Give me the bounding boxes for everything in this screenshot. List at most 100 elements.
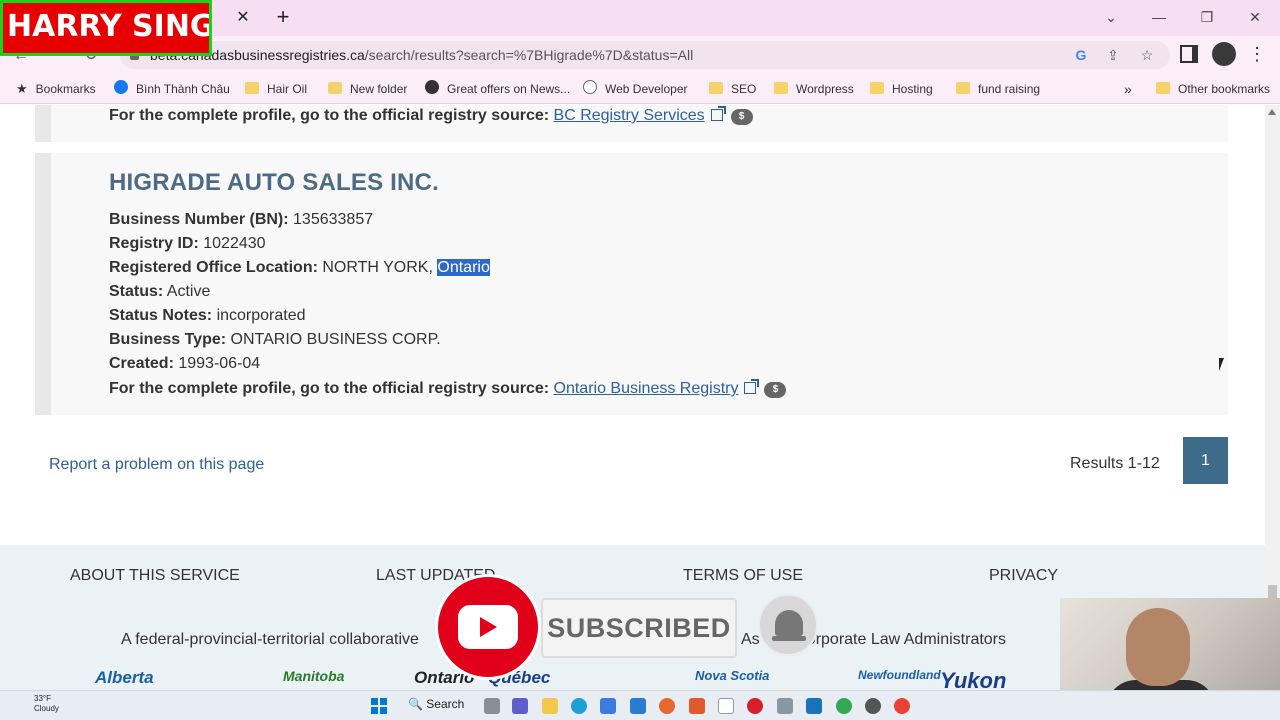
footer-terms-link[interactable]: TERMS OF USE bbox=[683, 567, 803, 585]
youtube-icon bbox=[438, 577, 538, 677]
firefox-icon[interactable] bbox=[659, 698, 675, 714]
bookmark-wordpress[interactable]: Wordpress bbox=[774, 80, 854, 98]
mouse-cursor-icon bbox=[1219, 358, 1224, 371]
page-1-button[interactable]: 1 bbox=[1183, 437, 1228, 484]
address-bar[interactable]: beta.canadasbusinessregistries.ca/search… bbox=[120, 41, 1170, 69]
bn-line: Business Number (BN): 135633857 bbox=[109, 211, 373, 229]
bookmark-label: Other bookmarks bbox=[1178, 82, 1271, 96]
bookmark-label: fund raising bbox=[978, 82, 1041, 96]
folder-icon bbox=[870, 82, 884, 94]
bookmark-label: Bình Thành Châu bbox=[136, 82, 230, 96]
registry-id-value: 1022430 bbox=[203, 235, 266, 252]
footer-about-link[interactable]: ABOUT THIS SERVICE bbox=[70, 567, 240, 585]
location-line: Registered Office Location: NORTH YORK, … bbox=[109, 259, 490, 277]
weather-condition: Cloudy bbox=[34, 704, 59, 713]
opera-icon[interactable] bbox=[747, 698, 763, 714]
minimize-icon[interactable]: — bbox=[1145, 6, 1173, 28]
app-icon-2[interactable] bbox=[806, 698, 822, 714]
edge-icon[interactable] bbox=[571, 698, 587, 714]
folder-icon bbox=[709, 82, 723, 94]
bookmark-other[interactable]: Other bookmarks bbox=[1156, 80, 1270, 98]
bookmark-seo[interactable]: SEO bbox=[709, 80, 756, 98]
store-icon[interactable] bbox=[600, 698, 616, 714]
google-icon[interactable]: G bbox=[1072, 46, 1090, 64]
folder-icon bbox=[774, 82, 788, 94]
mail-icon[interactable] bbox=[630, 698, 646, 714]
menu-icon[interactable]: ⋮ bbox=[1248, 44, 1266, 64]
close-tab-icon[interactable]: ✕ bbox=[233, 8, 253, 28]
app-icon[interactable] bbox=[777, 698, 793, 714]
bookmark-new-folder[interactable]: New folder bbox=[328, 80, 407, 98]
play-icon bbox=[458, 605, 518, 649]
profile-label: For the complete profile, go to the offi… bbox=[109, 107, 550, 124]
bookmark-hair-oil[interactable]: Hair Oil bbox=[245, 80, 307, 98]
tab-search-icon[interactable]: ⌄ bbox=[1097, 6, 1125, 28]
ontario-registry-link[interactable]: Ontario Business Registry bbox=[554, 380, 739, 397]
task-view-icon[interactable] bbox=[484, 698, 500, 714]
taskbar-search-label: Search bbox=[426, 697, 465, 711]
business-type-value: ONTARIO BUSINESS CORP. bbox=[230, 331, 441, 348]
folder-icon bbox=[328, 82, 342, 94]
created-label: Created: bbox=[109, 355, 174, 372]
business-type-label: Business Type: bbox=[109, 331, 227, 348]
bc-registry-link[interactable]: BC Registry Services bbox=[554, 107, 705, 124]
external-link-icon bbox=[710, 106, 726, 121]
file-explorer-icon[interactable] bbox=[542, 698, 558, 714]
bookmark-bookmarks[interactable]: ★ Bookmarks bbox=[16, 80, 96, 98]
taskbar-search[interactable]: 🔍 Search bbox=[408, 697, 464, 711]
chrome-active-icon[interactable] bbox=[894, 698, 910, 714]
settings-icon[interactable] bbox=[865, 698, 881, 714]
url-path: /search/results?search=%7BHigrade%7D&sta… bbox=[364, 47, 694, 63]
business-type-line: Business Type: ONTARIO BUSINESS CORP. bbox=[109, 331, 441, 349]
share-icon[interactable]: ⇪ bbox=[1104, 46, 1122, 64]
folder-icon bbox=[956, 82, 970, 94]
profile-avatar[interactable] bbox=[1212, 42, 1236, 66]
scroll-up-icon[interactable] bbox=[1268, 109, 1276, 115]
new-tab-icon[interactable]: + bbox=[272, 6, 294, 28]
footer-privacy-link[interactable]: PRIVACY bbox=[989, 567, 1058, 585]
fee-badge: $ bbox=[764, 382, 787, 398]
notepad-icon[interactable] bbox=[718, 698, 734, 714]
registry-id-label: Registry ID: bbox=[109, 235, 199, 252]
bookmark-web-developer[interactable]: Web Developer bbox=[583, 80, 688, 98]
bookmark-label: Bookmarks bbox=[35, 82, 96, 96]
status-label: Status: bbox=[109, 283, 164, 300]
url-text[interactable]: beta.canadasbusinessregistries.ca/search… bbox=[150, 47, 693, 63]
chat-icon[interactable] bbox=[512, 698, 528, 714]
bookmark-hosting[interactable]: Hosting bbox=[870, 80, 933, 98]
bookmark-label: Wordpress bbox=[796, 82, 854, 96]
side-panel-icon[interactable] bbox=[1180, 45, 1198, 63]
location-province-selected: Ontario bbox=[437, 259, 490, 276]
result-card: HIGRADE AUTO SALES INC. Business Number … bbox=[35, 153, 1228, 415]
brave-icon[interactable] bbox=[689, 698, 705, 714]
created-line: Created: 1993-06-04 bbox=[109, 355, 260, 373]
bookmark-great-offers[interactable]: Great offers on News... bbox=[425, 80, 570, 98]
bookmarks-bar: ★ Bookmarks Bình Thành Châu Hair Oil New … bbox=[0, 74, 1280, 104]
nova-scotia-logo: Nova Scotia bbox=[695, 668, 770, 683]
status-notes-label: Status Notes: bbox=[109, 307, 213, 324]
business-name: HIGRADE AUTO SALES INC. bbox=[109, 169, 439, 196]
collaborative-text: A federal-provincial-territorial collabo… bbox=[121, 631, 419, 648]
bookmark-star-icon[interactable]: ☆ bbox=[1138, 46, 1156, 64]
bookmark-label: Great offers on News... bbox=[447, 82, 571, 96]
chrome-icon[interactable] bbox=[836, 698, 852, 714]
status-line: Status: Active bbox=[109, 283, 210, 301]
web-icon bbox=[583, 80, 597, 94]
status-notes-line: Status Notes: incorporated bbox=[109, 307, 306, 325]
bookmark-label: Hair Oil bbox=[267, 82, 308, 96]
restore-icon[interactable]: ❐ bbox=[1193, 6, 1221, 28]
weather-widget[interactable]: 33°F Cloudy bbox=[8, 694, 59, 714]
bn-value: 135633857 bbox=[293, 211, 374, 228]
windows-start-icon[interactable] bbox=[371, 698, 387, 714]
newfoundland-logo: Newfoundland bbox=[858, 668, 941, 682]
person-face bbox=[1126, 608, 1190, 686]
folder-icon bbox=[245, 82, 259, 94]
more-bookmarks-icon[interactable]: » bbox=[1124, 80, 1132, 98]
bookmark-fund-raising[interactable]: fund raising bbox=[956, 80, 1040, 98]
bn-label: Business Number (BN): bbox=[109, 211, 289, 228]
facebook-icon bbox=[114, 80, 128, 94]
fee-badge: $ bbox=[730, 109, 753, 125]
close-window-icon[interactable]: ✕ bbox=[1241, 6, 1269, 28]
report-problem-link[interactable]: Report a problem on this page bbox=[49, 456, 264, 474]
bookmark-facebook[interactable]: Bình Thành Châu bbox=[114, 80, 230, 98]
